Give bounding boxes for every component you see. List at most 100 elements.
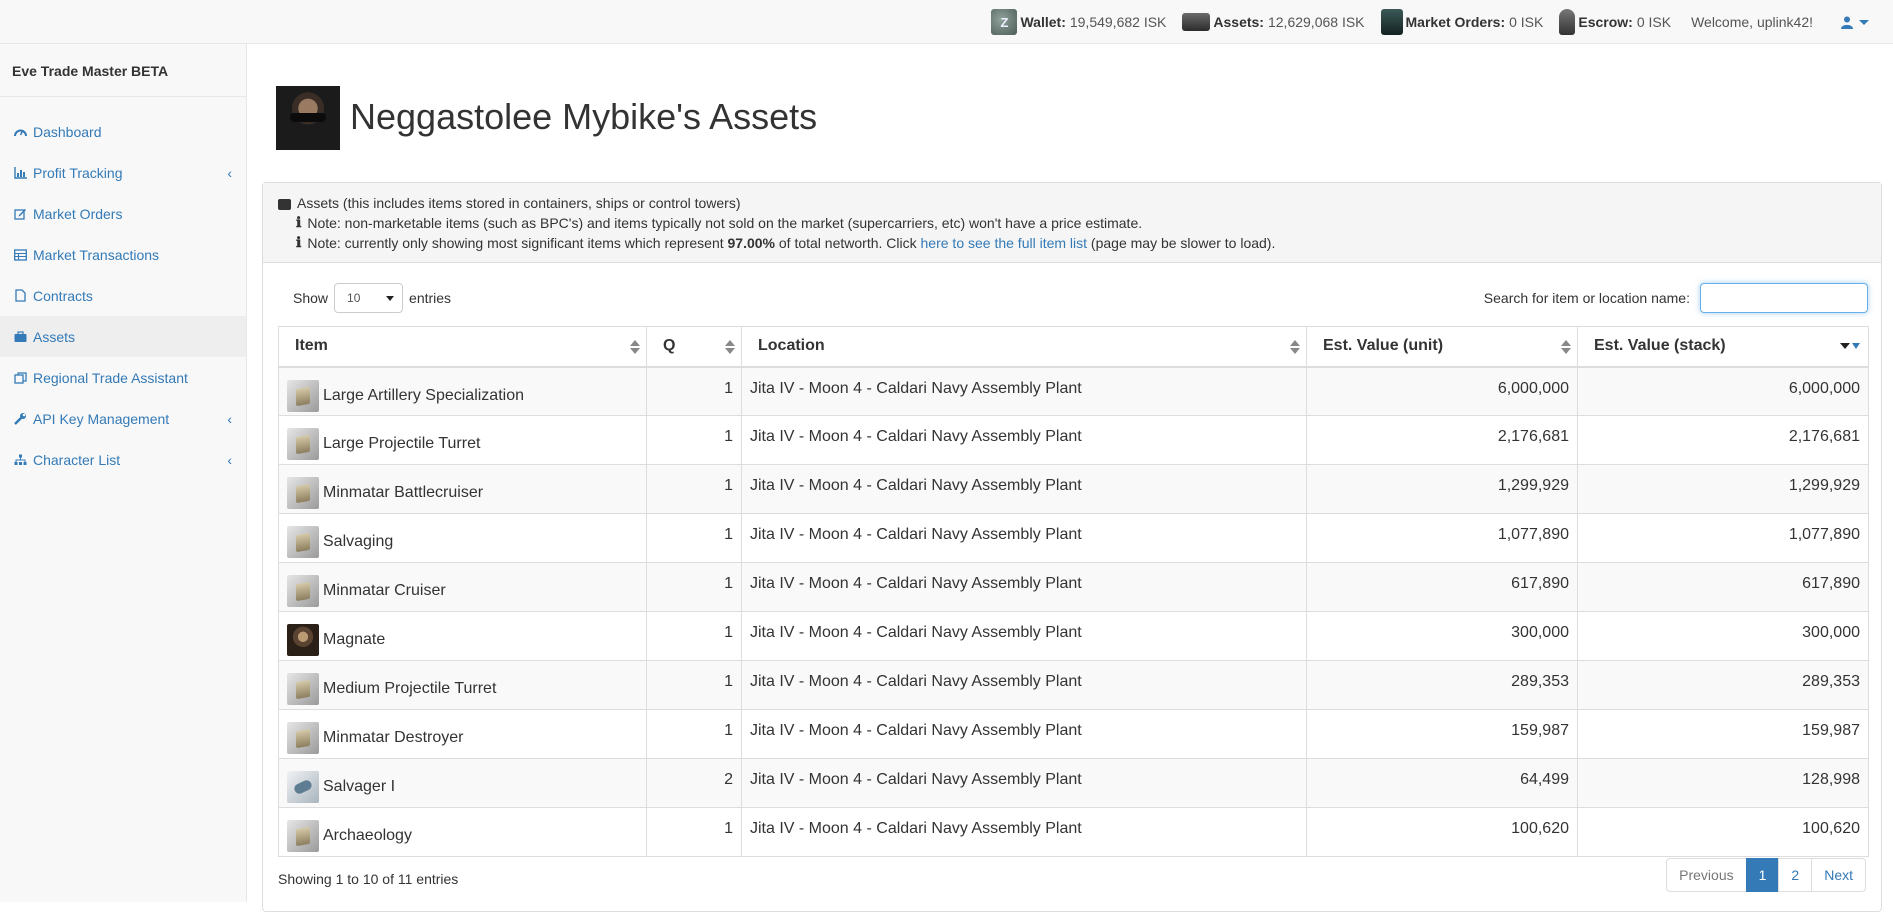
skillbook-icon	[287, 673, 319, 705]
briefcase-icon	[13, 330, 27, 344]
wallet-icon: Z	[991, 9, 1018, 35]
item-name: Magnate	[323, 631, 386, 648]
sidebar-item-api-key-management[interactable]: API Key Management ‹	[0, 398, 246, 439]
quantity-cell: 1	[646, 807, 742, 857]
sidebar-item-market-transactions[interactable]: Market Transactions	[0, 234, 246, 275]
table-row[interactable]: Salvager I 2 Jita IV - Moon 4 - Caldari Na…	[278, 758, 1869, 808]
item-cell: Archaeology	[278, 807, 647, 857]
pagination-next[interactable]: Next	[1811, 858, 1866, 892]
sidebar-item-label: Contracts	[33, 287, 93, 304]
table-row[interactable]: Minmatar Cruiser 1 Jita IV - Moon 4 - Cald…	[278, 562, 1869, 612]
unit-value-cell: 1,299,929	[1306, 464, 1578, 514]
account-summary: Z Wallet: 19,549,682 ISK Assets: 12,629,…	[983, 0, 1869, 44]
unit-value-cell: 1,077,890	[1306, 513, 1578, 563]
quantity-cell: 1	[646, 415, 742, 465]
escrow-label: Escrow:	[1578, 14, 1633, 30]
skillbook-icon	[287, 379, 319, 412]
bar-chart-icon	[13, 166, 27, 180]
networth-percent: 97.00%	[727, 235, 775, 251]
user-icon	[1841, 16, 1853, 29]
stack-value-cell: 2,176,681	[1577, 415, 1869, 465]
sidebar-item-dashboard[interactable]: Dashboard	[0, 111, 246, 152]
sidebar-item-label: Dashboard	[33, 123, 102, 140]
entries-label: entries	[409, 290, 452, 306]
table-row[interactable]: Minmatar Destroyer 1 Jita IV - Moon 4 - Ca…	[278, 709, 1869, 759]
pagination-page-2[interactable]: 2	[1778, 858, 1813, 892]
column-header-quantity[interactable]: Q	[646, 326, 742, 368]
skillbook-icon	[287, 526, 319, 558]
welcome-text: Welcome, uplink42!	[1691, 14, 1813, 30]
quantity-cell: 1	[646, 611, 742, 661]
market-orders-label: Market Orders:	[1405, 14, 1506, 30]
item-name: Large Projectile Turret	[323, 435, 481, 452]
sidebar-item-character-list[interactable]: Character List ‹	[0, 439, 246, 480]
assets-panel: Assets (this includes items stored in co…	[262, 182, 1882, 912]
skillbook-icon	[287, 477, 319, 509]
table-row[interactable]: Large Projectile Turret 1 Jita IV - Moon 4…	[278, 415, 1869, 465]
quantity-cell: 1	[646, 709, 742, 759]
user-menu-toggle[interactable]	[1841, 16, 1869, 29]
sidebar-item-profit-tracking[interactable]: Profit Tracking ‹	[0, 152, 246, 193]
sidebar-item-assets[interactable]: Assets	[0, 316, 246, 357]
item-name: Minmatar Battlecruiser	[323, 484, 484, 501]
wrench-icon	[13, 412, 27, 426]
item-name: Large Artillery Specialization	[323, 386, 524, 404]
table-row[interactable]: Magnate 1 Jita IV - Moon 4 - Caldari Navy …	[278, 611, 1869, 661]
table-body: Large Artillery Specialization 1 Jita IV -…	[278, 366, 1869, 857]
table-row[interactable]: Archaeology 1 Jita IV - Moon 4 - Caldari N…	[278, 807, 1869, 857]
chevron-down-icon	[1859, 19, 1869, 25]
table-row[interactable]: Minmatar Battlecruiser 1 Jita IV - Moon 4 …	[278, 464, 1869, 514]
sidebar-item-contracts[interactable]: Contracts	[0, 275, 246, 316]
clone-icon	[13, 371, 27, 385]
panel-heading: Assets (this includes items stored in co…	[263, 183, 1881, 263]
column-header-unit-value[interactable]: Est. Value (unit)	[1306, 326, 1578, 368]
skillbook-icon	[287, 575, 319, 607]
stack-value-cell: 159,987	[1577, 709, 1869, 759]
item-cell: Minmatar Cruiser	[278, 562, 647, 612]
unit-value-cell: 159,987	[1306, 709, 1578, 759]
chevron-left-icon: ‹	[227, 165, 232, 181]
stack-value-cell: 6,000,000	[1577, 366, 1869, 416]
page-length-value: 10	[347, 291, 361, 305]
unit-value-cell: 6,000,000	[1306, 366, 1578, 416]
sidebar-item-regional-trade-assistant[interactable]: Regional Trade Assistant	[0, 357, 246, 398]
quantity-cell: 2	[646, 758, 742, 808]
stack-value-cell: 100,620	[1577, 807, 1869, 857]
market-orders-summary: Market Orders: 0 ISK	[1380, 9, 1543, 35]
assets-summary: Assets: 12,629,068 ISK	[1182, 13, 1365, 31]
quantity-cell: 1	[646, 562, 742, 612]
stack-value-cell: 289,353	[1577, 660, 1869, 710]
sidebar-item-label: Profit Tracking	[33, 164, 123, 181]
location-cell: Jita IV - Moon 4 - Caldari Navy Assembly…	[741, 366, 1307, 416]
stack-value-cell: 1,299,929	[1577, 464, 1869, 514]
table-row[interactable]: Large Artillery Specialization 1 Jita IV -…	[278, 366, 1869, 416]
page-length-select[interactable]: 10	[334, 283, 404, 313]
full-item-list-link[interactable]: here to see the full item list	[921, 235, 1088, 251]
search-label: Search for item or location name:	[1483, 290, 1690, 306]
item-cell: Minmatar Battlecruiser	[278, 464, 647, 514]
unit-value-cell: 617,890	[1306, 562, 1578, 612]
show-label: Show	[293, 290, 329, 306]
wallet-label: Wallet:	[1020, 14, 1066, 30]
item-name: Minmatar Cruiser	[323, 582, 446, 599]
sitemap-icon	[13, 453, 27, 467]
table-row[interactable]: Medium Projectile Turret 1 Jita IV - Moon …	[278, 660, 1869, 710]
sidebar-item-market-orders[interactable]: Market Orders	[0, 193, 246, 234]
skillbook-icon	[287, 722, 319, 754]
stack-value-cell: 1,077,890	[1577, 513, 1869, 563]
column-header-location[interactable]: Location	[741, 326, 1307, 368]
item-name: Medium Projectile Turret	[323, 680, 497, 697]
pagination-page-1[interactable]: 1	[1745, 858, 1780, 892]
location-cell: Jita IV - Moon 4 - Caldari Navy Assembly…	[741, 660, 1307, 710]
column-header-item[interactable]: Item	[278, 326, 647, 368]
brand[interactable]: Eve Trade Master BETA	[0, 44, 246, 97]
sidebar-item-label: Regional Trade Assistant	[33, 369, 188, 386]
chevron-down-icon	[386, 296, 395, 301]
top-navbar: Z Wallet: 19,549,682 ISK Assets: 12,629,…	[0, 0, 1893, 44]
item-cell: Salvaging	[278, 513, 647, 563]
table-row[interactable]: Salvaging 1 Jita IV - Moon 4 - Caldari Nav…	[278, 513, 1869, 563]
search-input[interactable]	[1700, 283, 1868, 313]
pagination-previous[interactable]: Previous	[1666, 858, 1747, 892]
item-name: Minmatar Destroyer	[323, 729, 464, 746]
column-header-stack-value[interactable]: Est. Value (stack)	[1577, 326, 1869, 368]
